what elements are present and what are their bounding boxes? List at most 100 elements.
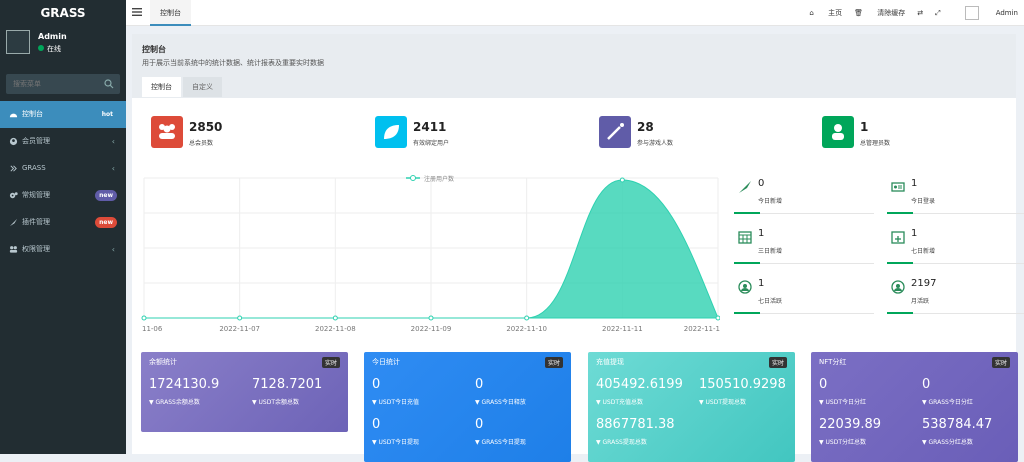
x-tick-label: 2022-11-08 xyxy=(315,325,356,333)
user-circle-icon xyxy=(9,137,18,146)
avatar xyxy=(964,6,979,20)
card-value: 538784.47 xyxy=(922,417,993,432)
language-icon[interactable]: ⇄ xyxy=(917,9,923,17)
card-label: ▼ GRASS今日提现 xyxy=(475,439,526,446)
tab-label: 控制台 xyxy=(160,9,181,17)
legend-marker xyxy=(410,175,416,181)
user-icon xyxy=(822,116,854,148)
stat-game-players: 28 参与游戏人数 xyxy=(599,116,779,150)
x-tick-label: 2022-11-07 xyxy=(219,325,260,333)
clear-cache-label: 清除缓存 xyxy=(877,9,906,17)
app-logo[interactable]: GRASS xyxy=(0,0,126,26)
card-label: ▼ USDT充值总数 xyxy=(596,399,644,406)
mini-stat-bar xyxy=(887,212,913,214)
rocket-icon xyxy=(9,218,18,227)
user-name: Admin xyxy=(38,32,67,41)
sidebar-item-permissions[interactable]: 权限管理 ‹ xyxy=(0,236,126,263)
data-point xyxy=(428,315,434,321)
mini-stat: 0 今日新增 xyxy=(734,172,874,214)
summary-card: 余额统计 实时 1724130.9 ▼ GRASS余额总数 7128.7201 ▼ USD… xyxy=(141,352,348,432)
sidebar-menu: 控制台 hot 会员管理 ‹ GRASS ‹ 常规管理 new 插件管理 new… xyxy=(0,101,126,263)
summary-card: NFT分红 实时 0 ▼ USDT今日分红 0 ▼ GRASS今日分红 22039.89 ▼ … xyxy=(811,352,1018,462)
rocket-icon xyxy=(739,181,751,193)
sidebar-item-members[interactable]: 会员管理 ‹ xyxy=(0,128,126,155)
id-card-icon xyxy=(891,182,905,192)
stat-admins: 1 总管理员数 xyxy=(822,116,1002,150)
search-icon[interactable] xyxy=(104,79,114,89)
data-point xyxy=(237,315,243,321)
card-value: 22039.89 xyxy=(819,417,882,432)
data-point xyxy=(715,315,721,321)
x-tick-label: 2022-11-10 xyxy=(506,325,547,333)
card-value: 7128.7201 xyxy=(252,377,323,392)
realtime-badge: 实时 xyxy=(321,356,340,368)
stat-label: 有效绑定用户 xyxy=(413,140,450,147)
card-label: ▼ GRASS今日分红 xyxy=(922,399,973,406)
magic-icon xyxy=(599,116,631,148)
chart-svg: 11-06 2022-11-07 2022-11-08 2022-11-09 2022-… xyxy=(141,175,721,333)
x-tick-label: 2022-11-11 xyxy=(602,325,643,333)
realtime-badge: 实时 xyxy=(544,356,563,368)
stat-value: 1 xyxy=(860,120,869,134)
menu-toggle-icon[interactable] xyxy=(132,7,142,17)
card-value: 0 xyxy=(372,417,381,432)
card-value: 8867781.38 xyxy=(596,417,675,432)
chevron-left-icon: ‹ xyxy=(111,164,115,173)
admin-label: Admin xyxy=(995,9,1018,17)
user-menu[interactable]: Admin xyxy=(953,6,1018,20)
user-status: 在线 xyxy=(38,44,61,54)
sidebar-item-grass[interactable]: GRASS ‹ xyxy=(0,155,126,182)
mini-stat-label: 今日登录 xyxy=(911,198,936,205)
stat-label: 总会员数 xyxy=(189,140,214,147)
summary-card: 充值提现 实时 405492.6199 ▼ USDT充值总数 150510.9298 ▼ … xyxy=(588,352,795,462)
mini-stat-label: 七日活跃 xyxy=(758,298,783,305)
mini-stat-bar xyxy=(734,212,760,214)
card-label: ▼ USDT今日充值 xyxy=(372,399,420,406)
sidebar: GRASS Admin 在线 控制台 hot 会员管理 ‹ GRASS ‹ 常规… xyxy=(0,0,126,454)
home-label: 主页 xyxy=(828,9,843,17)
mini-stat: 1 七日活跃 xyxy=(734,272,874,314)
card-label: ▼ USDT今日分红 xyxy=(819,399,867,406)
tab-custom[interactable]: 自定义 xyxy=(183,77,222,97)
card-value: 1724130.9 xyxy=(149,377,220,392)
sidebar-item-label: GRASS xyxy=(22,164,46,172)
card-value: 0 xyxy=(475,417,484,432)
card-label: ▼ GRASS余额总数 xyxy=(149,399,200,406)
mini-stat-value: 1 xyxy=(758,278,765,289)
user-panel: Admin 在线 xyxy=(0,26,126,66)
stat-value: 2850 xyxy=(189,120,223,134)
stat-bound-users: 2411 有效绑定用户 xyxy=(375,116,555,150)
hot-badge: hot xyxy=(97,109,117,120)
mini-stat-label: 三日新增 xyxy=(758,248,783,255)
data-point xyxy=(619,177,625,183)
panel-header: 控制台 用于展示当前系统中的统计数据、统计报表及重要实时数据 控制台 自定义 xyxy=(132,34,1016,98)
mini-stat-bar xyxy=(734,312,760,314)
data-point xyxy=(141,315,147,321)
user-circle-icon xyxy=(891,280,905,294)
realtime-badge: 实时 xyxy=(991,356,1010,368)
angle-double-right-icon xyxy=(10,165,17,172)
mini-stat-bar xyxy=(734,262,760,264)
content: 控制台 用于展示当前系统中的统计数据、统计报表及重要实时数据 控制台 自定义 2… xyxy=(126,26,1024,462)
chevron-left-icon: ‹ xyxy=(111,137,115,146)
clear-cache-button[interactable]: 🗑 清除缓存 xyxy=(854,8,905,18)
card-value: 0 xyxy=(819,377,828,392)
tab-dashboard[interactable]: 控制台 xyxy=(150,0,191,26)
x-tick-label: 2022-11-1 xyxy=(684,325,720,333)
card-title: 今日统计 xyxy=(372,358,400,366)
data-point xyxy=(332,315,338,321)
sidebar-item-general[interactable]: 常规管理 new xyxy=(0,182,126,209)
tab-console[interactable]: 控制台 xyxy=(142,77,181,97)
mini-stat: 2197 月活跃 xyxy=(887,272,1024,314)
card-label: ▼ GRASS提现总数 xyxy=(596,439,647,446)
sidebar-item-plugins[interactable]: 插件管理 new xyxy=(0,209,126,236)
leaf-icon xyxy=(375,116,407,148)
sidebar-search xyxy=(6,74,120,94)
home-link[interactable]: ⌂ 主页 xyxy=(809,8,842,18)
card-value: 150510.9298 xyxy=(699,377,786,392)
search-input[interactable] xyxy=(6,74,96,94)
mini-stat-label: 今日新增 xyxy=(758,198,783,205)
card-label: ▼ USDT提现总数 xyxy=(699,399,747,406)
fullscreen-icon[interactable]: ⤢ xyxy=(935,9,941,18)
sidebar-item-dashboard[interactable]: 控制台 hot xyxy=(0,101,126,128)
